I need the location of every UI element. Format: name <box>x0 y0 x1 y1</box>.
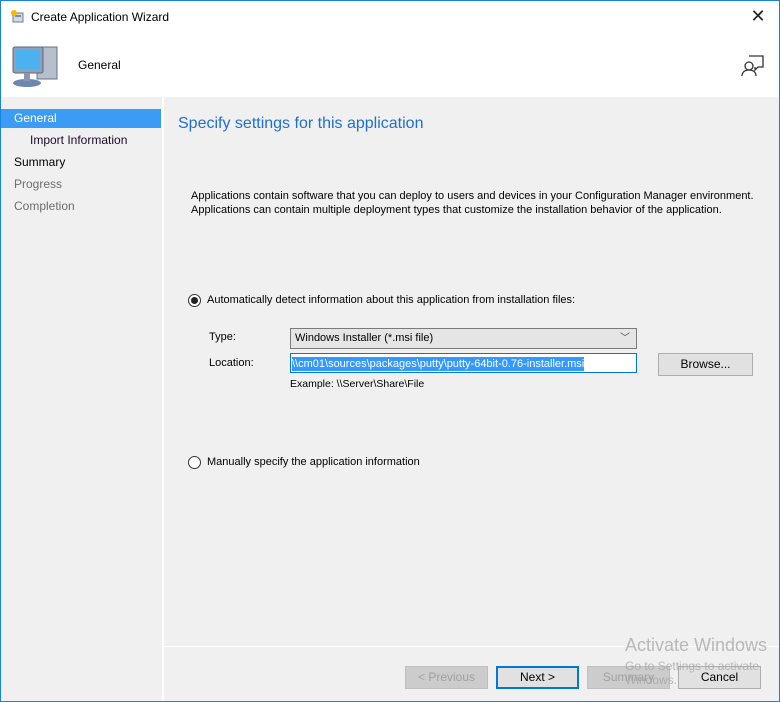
type-label: Type: <box>209 331 236 343</box>
location-example: Example: \\Server\Share\File <box>290 378 425 390</box>
close-icon[interactable]: ✕ <box>743 3 773 29</box>
manual-radio[interactable] <box>188 456 201 469</box>
main-panel: Specify settings for this application Ap… <box>164 97 779 701</box>
location-input[interactable]: \\cm01\sources\packages\putty\putty-64bi… <box>290 353 637 373</box>
wizard-window: Create Application Wizard ✕ General Gene… <box>0 0 780 702</box>
type-select[interactable]: Windows Installer (*.msi file) ﹀ <box>290 328 637 349</box>
activation-watermark-text: Go to Settings to activate Windows. <box>625 659 760 687</box>
nav-item-summary[interactable]: Summary <box>1 153 161 172</box>
computer-icon <box>12 46 58 87</box>
manual-label[interactable]: Manually specify the application informa… <box>207 456 420 468</box>
description-line: Applications can contain multiple deploy… <box>191 204 722 216</box>
feedback-icon[interactable] <box>741 53 765 77</box>
page-title: Specify settings for this application <box>178 115 424 132</box>
location-value: \\cm01\sources\packages\putty\putty-64bi… <box>292 357 585 371</box>
nav-item-import-information[interactable]: Import Information <box>1 131 161 150</box>
wizard-app-icon <box>11 10 24 23</box>
next-button[interactable]: Next > <box>496 666 579 689</box>
description: Applications contain software that you c… <box>191 189 771 217</box>
auto-detect-radio[interactable] <box>188 294 201 307</box>
previous-button[interactable]: < Previous <box>405 666 488 689</box>
title-bar: Create Application Wizard ✕ <box>1 1 779 33</box>
type-value: Windows Installer (*.msi file) <box>295 332 434 344</box>
nav-item-progress: Progress <box>14 177 63 191</box>
browse-button[interactable]: Browse... <box>658 353 753 376</box>
description-line: Applications contain software that you c… <box>191 190 754 202</box>
location-label: Location: <box>209 357 254 369</box>
wizard-nav: General Import Information Summary Progr… <box>1 97 161 701</box>
auto-detect-label[interactable]: Automatically detect information about t… <box>207 294 575 306</box>
window-title: Create Application Wizard <box>31 10 170 24</box>
wizard-header: General <box>1 33 779 97</box>
chevron-down-icon: ﹀ <box>620 333 630 344</box>
activation-watermark-title: Activate Windows <box>625 635 768 655</box>
header-title: General <box>78 58 121 72</box>
nav-item-general[interactable]: General <box>1 109 161 128</box>
nav-item-completion: Completion <box>14 199 75 213</box>
